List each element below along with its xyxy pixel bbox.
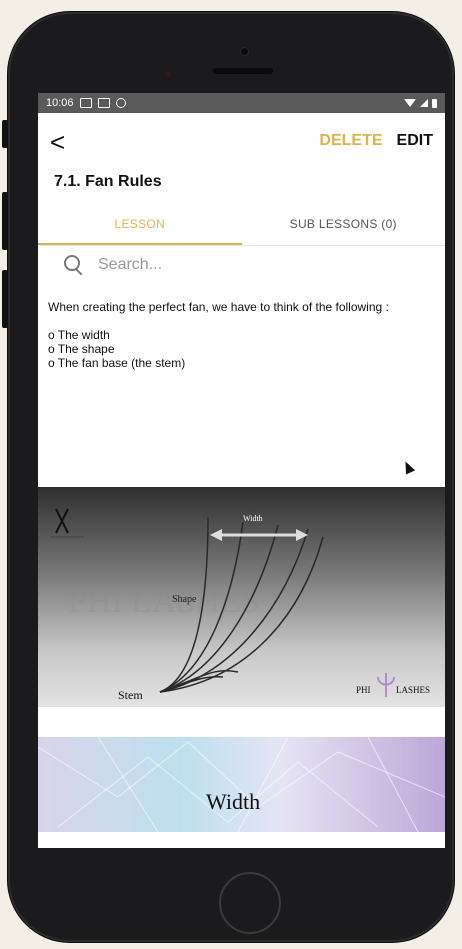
tab-bar: LESSON SUB LESSONS (0) bbox=[38, 209, 445, 246]
lesson-title: 7.1. Fan Rules bbox=[54, 173, 162, 190]
front-camera bbox=[241, 48, 248, 55]
lesson-content: When creating the perfect fan, we have t… bbox=[38, 284, 445, 370]
fan-illustration: PHI LASHES Width Shape Stem PHI LASHES bbox=[50, 508, 430, 702]
brand-right-text: LASHES bbox=[396, 685, 430, 695]
width-heading: Width bbox=[206, 789, 260, 814]
search-bar[interactable]: Search... bbox=[38, 246, 445, 284]
intro-text: When creating the perfect fan, we have t… bbox=[48, 300, 389, 314]
search-input[interactable]: Search... bbox=[98, 256, 162, 274]
signal-icon bbox=[420, 99, 428, 107]
list-item: The width bbox=[48, 328, 435, 342]
home-button[interactable] bbox=[219, 872, 281, 934]
edit-button[interactable]: EDIT bbox=[397, 132, 433, 150]
brand-left-text: PHI bbox=[356, 685, 371, 695]
search-icon[interactable] bbox=[64, 255, 84, 276]
battery-icon bbox=[432, 98, 437, 108]
mouse-pointer-icon bbox=[400, 459, 416, 475]
volume-up-button bbox=[2, 192, 8, 250]
width-label: Width bbox=[243, 514, 263, 523]
delete-button[interactable]: DELETE bbox=[319, 132, 382, 150]
status-bar: 10:06 bbox=[38, 93, 445, 113]
back-icon[interactable]: < bbox=[50, 127, 65, 155]
tab-sub-lessons[interactable]: SUB LESSONS (0) bbox=[242, 209, 446, 245]
image-notification-icon bbox=[79, 98, 92, 108]
stem-label: Stem bbox=[118, 688, 143, 702]
tab-lesson[interactable]: LESSON bbox=[38, 209, 242, 245]
app-bar: < DELETE EDIT bbox=[38, 113, 445, 169]
width-section-image: Width bbox=[38, 736, 445, 833]
spacer bbox=[38, 707, 445, 737]
phi-logo-icon bbox=[377, 673, 395, 697]
status-time: 10:06 bbox=[46, 97, 74, 109]
list-item: The shape bbox=[48, 342, 435, 356]
fan-diagram-image: PHI LASHES Width Shape Stem PHI LASHES bbox=[38, 487, 445, 707]
speaker bbox=[213, 68, 273, 74]
sensor bbox=[166, 72, 171, 77]
file-notification-icon bbox=[97, 98, 110, 108]
volume-down-button bbox=[2, 270, 8, 328]
logo-mark-icon bbox=[55, 508, 69, 534]
side-button bbox=[2, 120, 8, 148]
wifi-icon bbox=[404, 99, 416, 107]
list-item: The fan base (the stem) bbox=[48, 356, 435, 370]
shape-label: Shape bbox=[172, 594, 197, 605]
rule-list: The width The shape The fan base (the st… bbox=[48, 328, 435, 370]
screen: 10:06 < DELETE EDIT 7.1. Fan Rules LESSO… bbox=[38, 93, 445, 848]
watermark-text: PHI LASHES bbox=[68, 583, 260, 620]
sync-icon bbox=[115, 98, 126, 108]
bottom-spacer bbox=[38, 832, 445, 848]
